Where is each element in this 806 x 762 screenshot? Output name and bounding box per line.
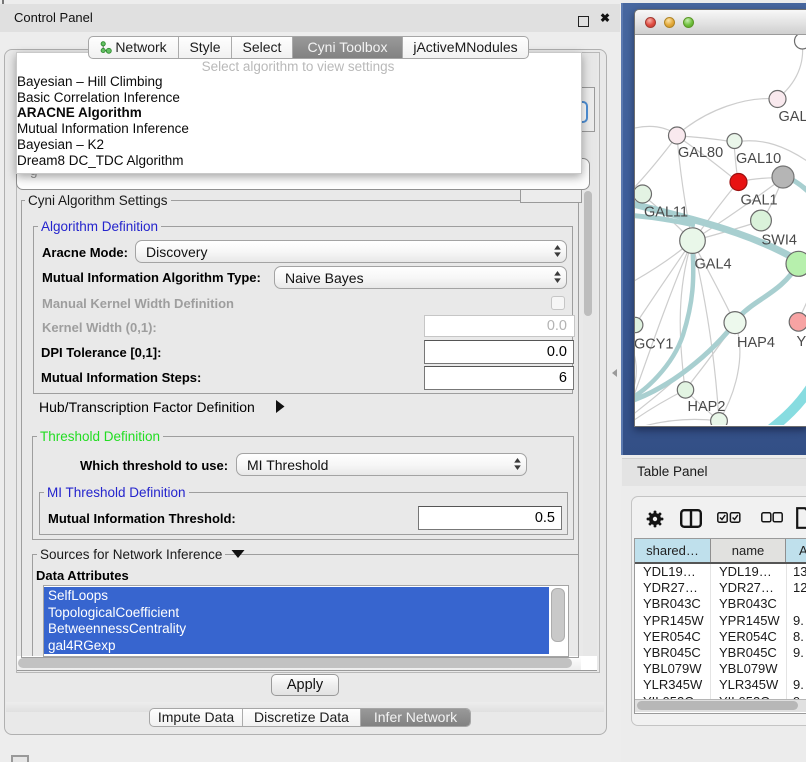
svg-text:GCY1: GCY1 bbox=[635, 337, 674, 353]
svg-text:GAL11: GAL11 bbox=[644, 205, 688, 221]
svg-text:GAL10: GAL10 bbox=[736, 151, 781, 167]
svg-text:GAL4: GAL4 bbox=[695, 257, 732, 273]
svg-text:GAL80: GAL80 bbox=[678, 145, 723, 161]
svg-text:Y: Y bbox=[797, 334, 806, 350]
svg-text:SWI4: SWI4 bbox=[762, 233, 797, 249]
svg-text:HAP2: HAP2 bbox=[688, 399, 726, 415]
svg-text:GAL: GAL bbox=[779, 109, 806, 125]
svg-text:HAP4: HAP4 bbox=[737, 335, 775, 351]
svg-text:GAL1: GAL1 bbox=[741, 193, 778, 209]
